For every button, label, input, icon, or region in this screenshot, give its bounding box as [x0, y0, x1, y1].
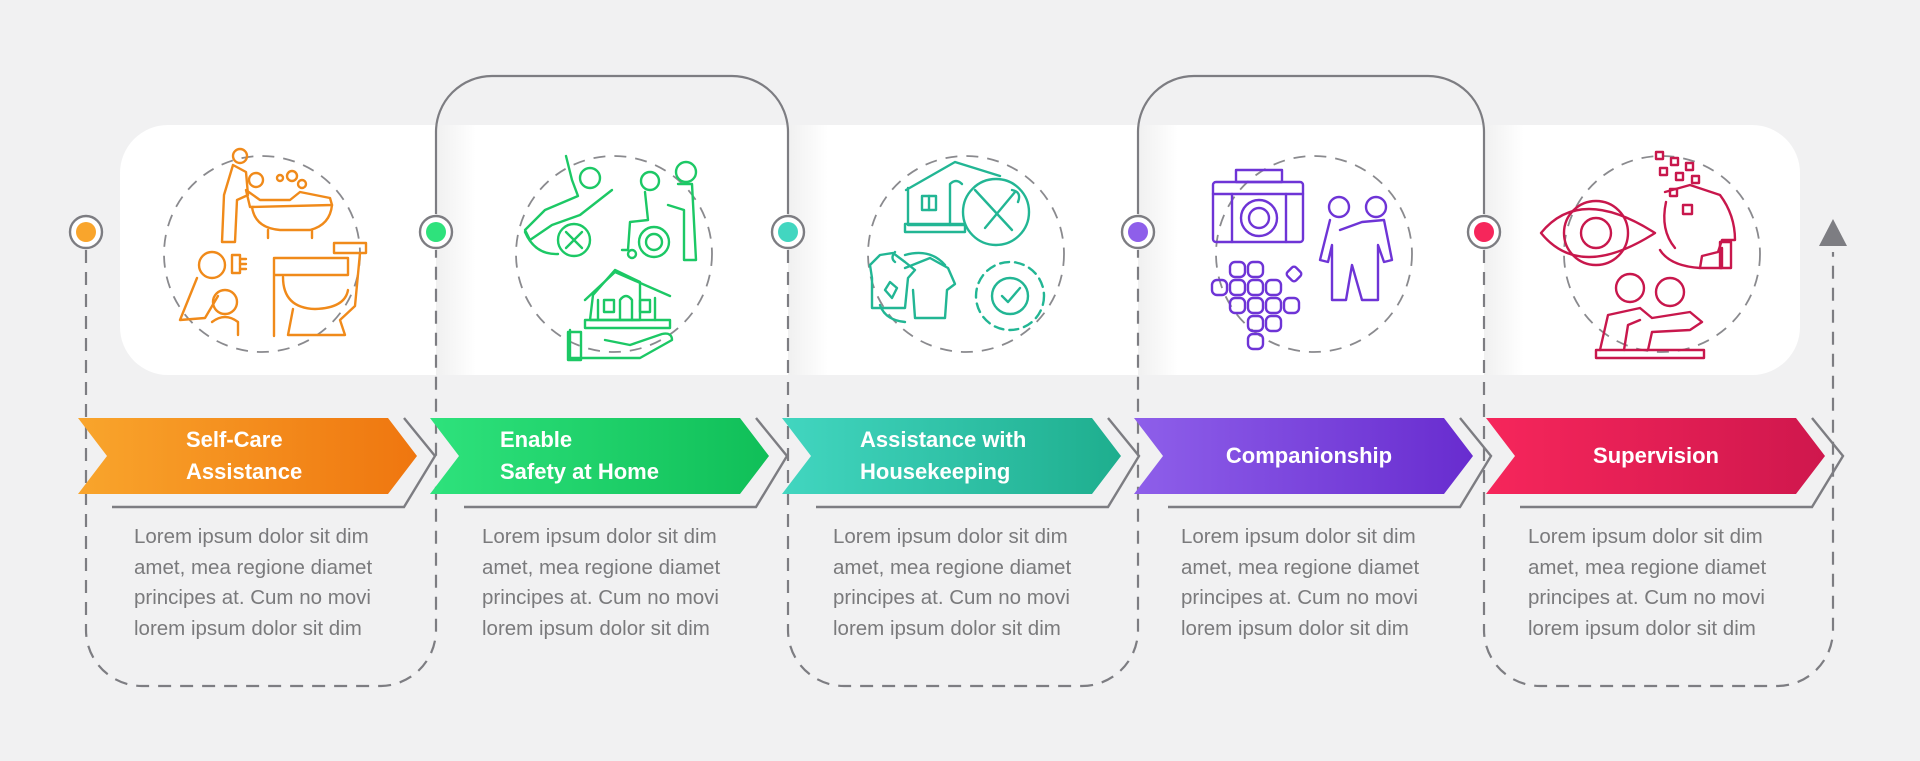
step-4-dot	[1128, 222, 1148, 242]
arrow-up-icon	[1819, 219, 1847, 246]
icon-circles	[163, 155, 1761, 353]
house-repair-laundry-gear-icon	[868, 160, 1046, 332]
step-1-title: Self-Care Assistance	[186, 427, 303, 484]
step-3-icon-circle	[867, 155, 1065, 353]
step-5-title: Supervision	[1593, 443, 1719, 468]
step-2-description: Lorem ipsum dolor sit dim amet, mea regi…	[482, 525, 721, 640]
step-4-description: Lorem ipsum dolor sit dim amet, mea regi…	[1181, 525, 1420, 640]
camera-crossword-friends-icon	[1210, 168, 1394, 351]
step-3-dot	[778, 222, 798, 242]
crossword-tiles	[1210, 260, 1303, 351]
step-4-title: Companionship	[1225, 443, 1393, 468]
diagram-graphics	[68, 74, 1847, 688]
step-2-dot	[426, 222, 446, 242]
bathing-grooming-toileting-icon	[178, 147, 368, 338]
step-2-icon-circle	[515, 155, 713, 353]
connector-4-5	[1136, 74, 1486, 214]
step-4-icon-circle	[1215, 155, 1413, 353]
step-2-title: Enable Safety at Home	[500, 427, 659, 484]
step-1-description: Lorem ipsum dolor sit dim amet, mea regi…	[134, 525, 373, 640]
infographic: Self-Care Assistance Enable Safety at Ho…	[0, 0, 1920, 761]
fall-prevention-wheelchair-house-icon	[523, 154, 698, 362]
step-1-dot	[76, 222, 96, 242]
step-5-dot	[1474, 222, 1494, 242]
step-5-description: Lorem ipsum dolor sit dim amet, mea regi…	[1528, 525, 1767, 640]
step-3-title: Assistance with Housekeeping	[860, 427, 1027, 484]
connector-2-3	[434, 74, 790, 214]
eye-mind-study-icon	[1539, 150, 1737, 360]
step-3-description: Lorem ipsum dolor sit dim amet, mea regi…	[833, 525, 1072, 640]
